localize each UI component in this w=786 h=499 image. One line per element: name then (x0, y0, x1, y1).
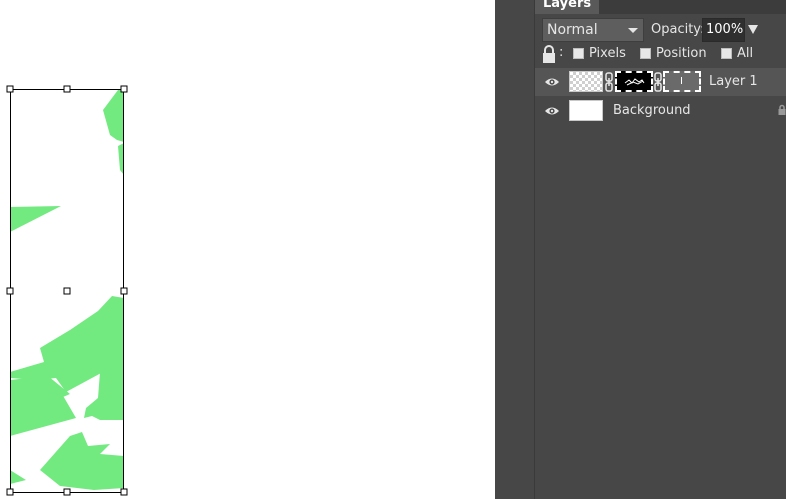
blend-mode-select[interactable]: Normal (542, 18, 644, 42)
lock-position-label: Position (656, 46, 707, 61)
layer-row-background[interactable]: Background (535, 97, 786, 125)
transform-handle-bottom-left[interactable] (6, 488, 14, 496)
layers-panel: Layers Normal Opacity: 100% : Pixels Pos… (535, 0, 786, 499)
blend-mode-value: Normal (547, 22, 598, 38)
lock-pixels-label: Pixels (589, 46, 626, 61)
panel-header: Layers (535, 0, 786, 14)
chain-icon[interactable] (605, 72, 613, 92)
transform-handle-bottom-right[interactable] (120, 488, 128, 496)
layer-name[interactable]: Background (613, 103, 691, 119)
eye-icon[interactable] (544, 106, 560, 116)
transform-handles (6, 85, 128, 496)
layer-thumbnail[interactable] (569, 71, 603, 92)
layer-mask-thumbnail[interactable] (615, 71, 653, 92)
chevron-down-icon (628, 28, 638, 33)
lock-icon (543, 45, 555, 63)
green-shape (10, 470, 26, 484)
lock-position-checkbox[interactable] (640, 48, 651, 59)
vector-mask-thumbnail[interactable] (663, 71, 701, 92)
green-shape (103, 90, 124, 142)
transform-handle-top-center[interactable] (63, 85, 71, 93)
canvas-artwork (6, 85, 128, 496)
lock-all-checkbox[interactable] (721, 48, 732, 59)
opacity-dropdown-icon[interactable] (748, 25, 758, 34)
green-shape (10, 206, 61, 232)
layer-thumbnail[interactable] (569, 100, 603, 121)
mask-scribble (624, 78, 645, 86)
eye-icon[interactable] (544, 77, 560, 87)
canvas[interactable] (0, 0, 495, 499)
transform-handle-bottom-center[interactable] (63, 488, 71, 496)
vector-mask-glyph (681, 77, 682, 84)
lock-pixels-checkbox[interactable] (573, 48, 584, 59)
lock-all-label: All (737, 46, 754, 61)
transform-handle-top-right[interactable] (120, 85, 128, 93)
layers-tab[interactable]: Layers (535, 0, 600, 14)
transform-handle-middle-right[interactable] (120, 287, 128, 295)
chain-icon[interactable] (654, 72, 662, 92)
lock-icon (778, 104, 786, 115)
transform-handle-top-left[interactable] (6, 85, 14, 93)
blend-opacity-row: Normal Opacity: 100% (535, 17, 786, 43)
lock-colon: : (559, 45, 564, 60)
app-root: Layers Normal Opacity: 100% : Pixels Pos… (0, 0, 786, 499)
transform-handle-middle-left[interactable] (6, 287, 14, 295)
opacity-label: Opacity: (651, 22, 705, 37)
transform-handle-center[interactable] (63, 287, 71, 295)
green-shape (40, 432, 124, 490)
layer-row-layer-1[interactable]: Layer 1 (535, 68, 786, 96)
dock-strip (495, 0, 535, 499)
lock-row: : Pixels Position All (535, 43, 786, 65)
opacity-input[interactable]: 100% (702, 18, 745, 42)
layer-name[interactable]: Layer 1 (709, 74, 758, 90)
